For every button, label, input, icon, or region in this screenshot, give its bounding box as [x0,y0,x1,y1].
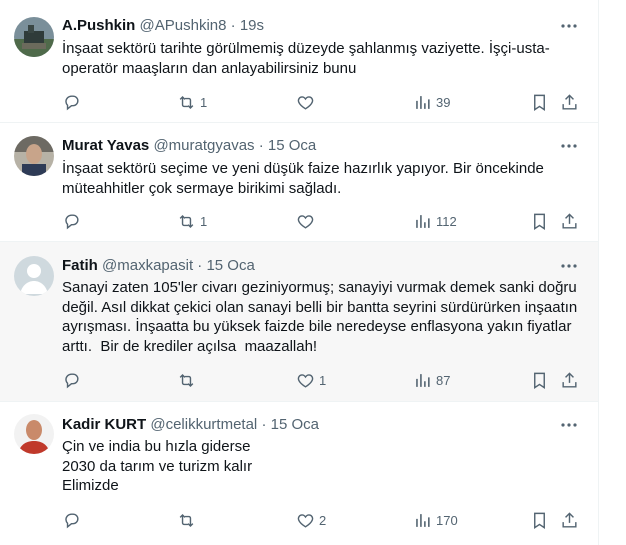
view-count: 170 [436,512,458,528]
retweet-button[interactable]: 1 [177,211,207,231]
views-button[interactable]: 112 [413,211,457,231]
share-button[interactable] [560,370,579,390]
tweet-card[interactable]: A.Pushkin @APushkin8 · 19s İnşaat sektör… [0,0,598,123]
author-handle[interactable]: @celikkurtmetal [150,416,257,433]
heart-icon [297,513,314,528]
retweet-icon [179,513,194,527]
tweet-actions: 2 170 [62,510,582,530]
reply-icon [65,512,79,528]
heart-icon [297,214,314,229]
view-count: 112 [436,213,457,229]
more-options-icon[interactable] [558,16,580,36]
bookmark-button[interactable] [530,370,549,390]
retweet-count: 1 [200,213,208,229]
views-chart-icon [416,95,430,109]
avatar-portrait-photo-icon[interactable] [14,136,54,176]
reply-button[interactable] [62,211,85,231]
more-options-icon[interactable] [558,415,580,435]
separator-dot: · [261,416,267,433]
share-button[interactable] [560,92,579,112]
share-button[interactable] [560,211,579,231]
reply-icon [65,94,79,110]
author-handle[interactable]: @muratgyavas [153,137,254,154]
share-icon [562,371,577,388]
views-button[interactable]: 39 [413,92,450,112]
author-handle[interactable]: @maxkapasit [102,257,193,274]
bookmark-icon [534,94,545,111]
author-name[interactable]: Kadir KURT [62,416,146,433]
reply-icon [65,372,79,388]
tweet-card[interactable]: Fatih @maxkapasit · 15 Oca Sanayi zaten … [0,242,598,402]
timestamp[interactable]: 15 Oca [268,137,316,154]
separator-dot: · [197,257,203,274]
author-handle[interactable]: @APushkin8 [140,17,227,34]
heart-icon [297,373,314,388]
tweet-header: Murat Yavas @muratgyavas · 15 Oca [62,136,558,156]
like-button[interactable]: 1 [296,370,326,390]
views-button[interactable]: 170 [413,510,458,530]
reply-button[interactable] [62,510,85,530]
more-options-icon[interactable] [558,136,580,156]
bookmark-icon [534,372,545,389]
like-button[interactable] [296,92,319,112]
views-chart-icon [416,373,430,387]
tweet-actions: 1 87 [62,370,582,390]
like-count: 1 [319,372,327,388]
separator-dot: · [258,137,264,154]
like-button[interactable] [296,211,319,231]
tweet-card[interactable]: Murat Yavas @muratgyavas · 15 Oca İnşaat… [0,123,598,242]
retweet-button[interactable] [177,510,200,530]
timestamp[interactable]: 15 Oca [206,257,254,274]
share-icon [562,511,577,528]
reply-button[interactable] [62,370,85,390]
avatar-default-avatar-icon[interactable] [14,256,54,296]
retweet-icon [179,214,194,228]
separator-dot: · [230,17,236,34]
tweet-actions: 1 112 [62,211,582,231]
retweet-button[interactable]: 1 [177,92,207,112]
share-button[interactable] [560,510,579,530]
view-count: 87 [436,372,451,388]
bookmark-icon [534,213,545,230]
retweet-icon [179,95,194,109]
like-button[interactable]: 2 [296,510,326,530]
avatar-man-portrait-photo-icon[interactable] [14,414,54,454]
timestamp[interactable]: 15 Oca [271,416,319,433]
tweet-header: A.Pushkin @APushkin8 · 19s [62,16,558,36]
view-count: 39 [436,94,451,110]
heart-icon [297,95,314,110]
author-name[interactable]: A.Pushkin [62,17,135,34]
timestamp[interactable]: 19s [240,17,264,34]
share-icon [562,93,577,110]
tweet-header: Kadir KURT @celikkurtmetal · 15 Oca [62,415,558,435]
like-count: 2 [319,512,327,528]
tweet-actions: 1 39 [62,92,582,112]
avatar-statue-photo-icon[interactable] [14,17,54,57]
share-icon [562,212,577,229]
author-name[interactable]: Fatih [62,257,98,274]
bookmark-icon [534,512,545,529]
tweet-text: İnşaat sektörü seçime ve yeni düşük faiz… [62,160,549,197]
author-name[interactable]: Murat Yavas [62,137,149,154]
reply-icon [65,213,79,229]
views-chart-icon [416,214,430,228]
tweet-header: Fatih @maxkapasit · 15 Oca [62,256,558,276]
tweet-text: Sanayi zaten 105'ler civarı geziniyormuş… [62,279,582,355]
bookmark-button[interactable] [530,510,549,530]
bookmark-button[interactable] [530,92,549,112]
bookmark-button[interactable] [530,211,549,231]
timeline: A.Pushkin @APushkin8 · 19s İnşaat sektör… [0,0,599,545]
tweet-text: İnşaat sektörü tarihte görülmemiş düzeyd… [62,40,550,77]
views-button[interactable]: 87 [413,370,450,390]
retweet-button[interactable] [177,370,200,390]
retweet-icon [179,373,194,387]
tweet-text: Çin ve india bu hızla giderse 2030 da ta… [62,438,253,494]
more-options-icon[interactable] [558,256,580,276]
tweet-card[interactable]: Kadir KURT @celikkurtmetal · 15 Oca Çin … [0,402,598,545]
retweet-count: 1 [200,94,208,110]
views-chart-icon [416,513,430,527]
reply-button[interactable] [62,92,85,112]
